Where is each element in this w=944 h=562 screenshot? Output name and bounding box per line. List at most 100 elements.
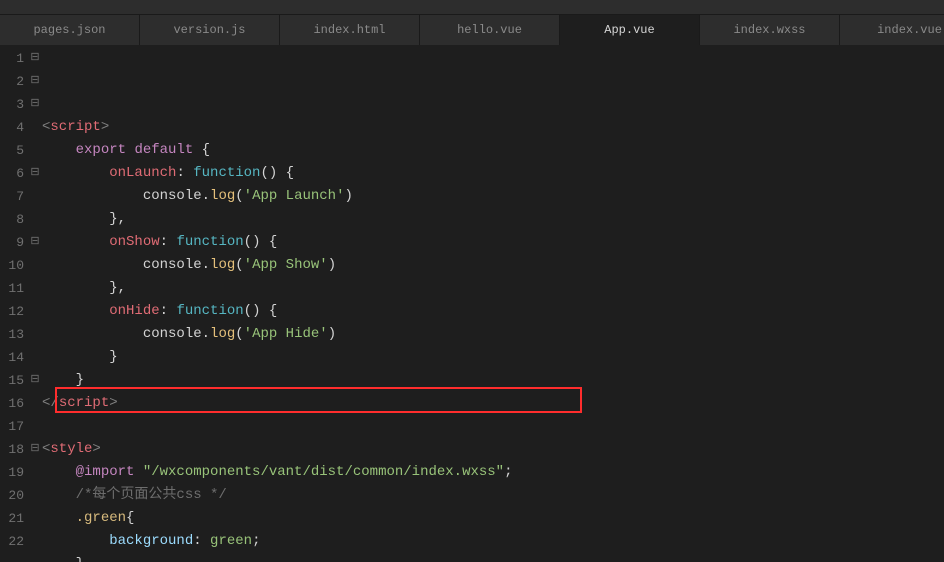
fold-toggle-icon[interactable]: ⊟ — [28, 369, 42, 392]
code-token — [42, 300, 109, 323]
code-line[interactable]: console.log('App Hide') — [42, 323, 944, 346]
code-token: { — [126, 507, 134, 530]
code-token: function — [176, 231, 243, 254]
code-token: : — [160, 231, 177, 254]
fold-gutter[interactable]: ⊟⊟⊟⊟⊟⊟⊟ — [28, 45, 42, 562]
tab-pages-json[interactable]: pages.json — [0, 15, 140, 45]
code-token — [42, 185, 143, 208]
code-token: background — [109, 530, 193, 553]
code-area[interactable]: <script> export default { onLaunch: func… — [42, 45, 944, 562]
tab-version-js[interactable]: version.js — [140, 15, 280, 45]
code-token: . — [202, 185, 210, 208]
tab-index-vue[interactable]: index.vue — [840, 15, 944, 45]
code-token — [42, 139, 76, 162]
code-line[interactable]: /*每个页面公共css */ — [42, 484, 944, 507]
line-number: 20 — [0, 484, 28, 507]
fold-spacer — [28, 415, 42, 438]
code-token: green — [210, 530, 252, 553]
code-token — [42, 254, 143, 277]
code-token: log — [210, 323, 235, 346]
line-number: 11 — [0, 277, 28, 300]
code-line[interactable]: } — [42, 553, 944, 562]
line-number: 1 — [0, 47, 28, 70]
code-token: () { — [260, 162, 294, 185]
code-line[interactable]: onLaunch: function() { — [42, 162, 944, 185]
tab-App-vue[interactable]: App.vue — [560, 15, 700, 45]
code-token: onHide — [109, 300, 159, 323]
fold-toggle-icon[interactable]: ⊟ — [28, 47, 42, 70]
fold-spacer — [28, 346, 42, 369]
code-line[interactable]: <script> — [42, 116, 944, 139]
code-token — [42, 162, 109, 185]
tab-index-wxss[interactable]: index.wxss — [700, 15, 840, 45]
fold-spacer — [28, 277, 42, 300]
line-number: 7 — [0, 185, 28, 208]
code-token: onShow — [109, 231, 159, 254]
code-token: ( — [235, 185, 243, 208]
code-token: @import — [76, 461, 135, 484]
code-editor[interactable]: 12345678910111213141516171819202122 ⊟⊟⊟⊟… — [0, 45, 944, 562]
code-token: . — [202, 254, 210, 277]
code-token — [42, 530, 109, 553]
code-line[interactable]: .green{ — [42, 507, 944, 530]
fold-toggle-icon[interactable]: ⊟ — [28, 231, 42, 254]
code-token — [42, 323, 143, 346]
code-line[interactable]: export default { — [42, 139, 944, 162]
tab-hello-vue[interactable]: hello.vue — [420, 15, 560, 45]
code-line[interactable]: @import "/wxcomponents/vant/dist/common/… — [42, 461, 944, 484]
fold-spacer — [28, 392, 42, 415]
tab-index-html[interactable]: index.html — [280, 15, 420, 45]
code-token: 'App Show' — [244, 254, 328, 277]
code-token: ) — [328, 254, 336, 277]
code-line[interactable]: console.log('App Launch') — [42, 185, 944, 208]
code-token: > — [101, 116, 109, 139]
line-number: 8 — [0, 208, 28, 231]
code-line[interactable]: onShow: function() { — [42, 231, 944, 254]
code-token: : — [176, 162, 193, 185]
fold-spacer — [28, 323, 42, 346]
code-token: 'App Launch' — [244, 185, 345, 208]
code-line[interactable]: } — [42, 346, 944, 369]
code-line[interactable]: background: green; — [42, 530, 944, 553]
fold-toggle-icon[interactable]: ⊟ — [28, 438, 42, 461]
code-token: ) — [328, 323, 336, 346]
code-token: function — [193, 162, 260, 185]
code-line[interactable] — [42, 415, 944, 438]
line-number: 6 — [0, 162, 28, 185]
line-number: 3 — [0, 93, 28, 116]
code-token: log — [210, 254, 235, 277]
code-token: .green — [76, 507, 126, 530]
fold-spacer — [28, 530, 42, 553]
title-bar — [0, 0, 944, 15]
code-line[interactable]: onHide: function() { — [42, 300, 944, 323]
code-token: default — [134, 139, 193, 162]
line-number: 13 — [0, 323, 28, 346]
code-token: console — [143, 254, 202, 277]
fold-spacer — [28, 139, 42, 162]
code-line[interactable]: } — [42, 369, 944, 392]
fold-spacer — [28, 300, 42, 323]
fold-toggle-icon[interactable]: ⊟ — [28, 70, 42, 93]
tab-bar: pages.jsonversion.jsindex.htmlhello.vueA… — [0, 15, 944, 45]
code-token: style — [50, 438, 92, 461]
code-token — [42, 231, 109, 254]
fold-spacer — [28, 254, 42, 277]
code-token: console — [143, 185, 202, 208]
line-number-gutter: 12345678910111213141516171819202122 — [0, 45, 28, 562]
code-token — [42, 507, 76, 530]
code-token: } — [42, 346, 118, 369]
code-line[interactable]: }, — [42, 277, 944, 300]
fold-toggle-icon[interactable]: ⊟ — [28, 162, 42, 185]
code-line[interactable]: </script> — [42, 392, 944, 415]
line-number: 22 — [0, 530, 28, 553]
code-line[interactable]: }, — [42, 208, 944, 231]
code-token: ) — [345, 185, 353, 208]
fold-toggle-icon[interactable]: ⊟ — [28, 93, 42, 116]
code-token: > — [92, 438, 100, 461]
code-token: ; — [252, 530, 260, 553]
code-token: () { — [244, 300, 278, 323]
code-line[interactable]: console.log('App Show') — [42, 254, 944, 277]
code-token: /*每个页面公共css */ — [76, 484, 227, 507]
line-number: 15 — [0, 369, 28, 392]
code-line[interactable]: <style> — [42, 438, 944, 461]
